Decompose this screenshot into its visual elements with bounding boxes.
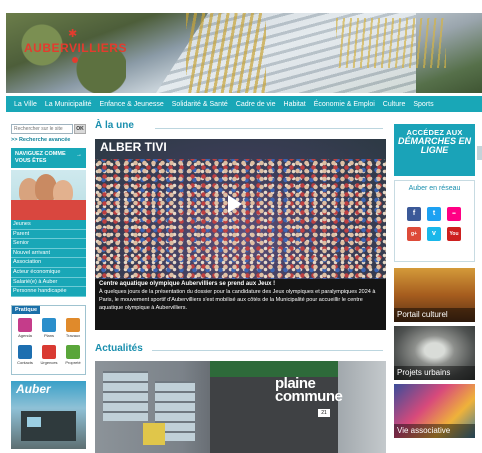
green-wall [210,361,338,377]
audience-item-nouvel-arrivant[interactable]: Nouvel arrivant [11,249,86,259]
street-number: 21 [318,409,330,417]
agenda-label: Agenda [18,332,32,338]
demarches-en-ligne-button[interactable]: ACCÉDEZ AUX DÉMARCHES EN LIGNE [394,124,475,176]
audience-item-personne-handicapee[interactable]: Personne handicapée [11,287,86,297]
magazine-cover[interactable]: Auber [11,380,86,449]
audience-item-jeunes[interactable]: Jeunes [11,220,86,230]
left-sidebar: OK >> Recherche avancée NAVIGUEZ COMME V… [11,124,86,449]
search-input[interactable] [11,124,73,134]
vie-associative-promo[interactable]: Vie associative [394,384,475,438]
urgences-label: Urgences [40,359,58,365]
youtube-icon[interactable]: You [447,227,461,241]
magazine-photo-window [27,416,41,427]
search-ok-button[interactable]: OK [74,124,86,134]
naviguez-label: NAVIGUEZ COMME VOUS ÊTES [15,151,66,164]
logo-dot-icon [72,57,78,63]
nav-habitat[interactable]: Habitat [284,101,306,108]
travaux-label: Travaux [65,332,81,338]
proprete-icon[interactable] [66,344,80,359]
plaine-commune-sign: plaine commune [275,375,343,405]
une-caption-title[interactable]: Centre aquatique olympique Aubervilliers… [99,281,382,287]
search-row: OK [11,124,86,134]
vimeo-icon[interactable]: v [427,227,441,241]
logo-star-icon: ✱ [68,28,78,40]
actualites-divider [152,350,383,351]
family-photo [11,170,86,220]
nav-cadre-de-vie[interactable]: Cadre de vie [236,101,276,108]
nav-culture[interactable]: Culture [383,101,406,108]
magazine-title: Auber [16,381,51,396]
une-divider [155,128,383,129]
une-caption-body: À quelques jours de la présentation du d… [99,289,376,311]
main-nav: La Ville La Municipalité Enfance & Jeune… [6,96,482,112]
nav-la-municipalite[interactable]: La Municipalité [45,101,92,108]
audience-list: Jeunes Parent Senior Nouvel arrivant Ass… [11,220,86,297]
scrollbar-handle[interactable] [477,146,482,160]
banner-railing-right [336,18,446,68]
vie-associative-label: Vie associative [394,424,475,438]
arrow-right-icon: → [76,152,82,158]
nav-sports[interactable]: Sports [413,101,433,108]
google-plus-icon[interactable]: g+ [407,227,421,241]
contacts-label: Contacts [17,359,33,365]
twitter-icon[interactable]: t [427,207,441,221]
projets-urbains-label: Projets urbains [394,366,475,380]
social-title: Auber en réseau [408,185,461,192]
proprete-label: Propreté [65,359,81,365]
audience-item-acteur-economique[interactable]: Acteur économique [11,268,86,278]
header-banner: ✱ AUBERVILLIERS [6,13,482,93]
actualites-section-title: Actualités [95,343,143,354]
agenda-icon[interactable] [18,317,32,332]
urgences-icon[interactable] [42,344,56,359]
portail-culturel-promo[interactable]: Portail culturel [394,268,475,322]
clothing-shape [11,200,86,220]
une-video[interactable]: ALBER TIVI [95,139,386,279]
naviguez-button[interactable]: NAVIGUEZ COMME VOUS ÊTES → [11,148,86,168]
social-box: Auber en réseau f t •• g+ v You [394,180,475,262]
actualites-image[interactable]: plaine commune 21 [95,361,386,453]
flickr-icon[interactable]: •• [447,207,461,221]
pratique-box: Pratique Agenda Plans Travaux Contacts U… [11,304,86,375]
demarches-line2: DÉMARCHES EN LIGNE [397,136,471,155]
audience-item-salarie[interactable]: Salarié(e) à Auber [11,278,86,288]
banner-railing [186,13,266,93]
advanced-search-link[interactable]: >> Recherche avancée [11,137,86,143]
pratique-title: Pratique [12,305,41,314]
nav-economie-emploi[interactable]: Économie & Emploi [314,101,375,108]
audience-item-parent[interactable]: Parent [11,230,86,240]
audience-item-association[interactable]: Association [11,258,86,268]
une-section-title: À la une [95,120,134,131]
portail-culturel-label: Portail culturel [394,308,475,322]
nav-solidarite-sante[interactable]: Solidarité & Santé [172,101,228,108]
nav-la-ville[interactable]: La Ville [14,101,37,108]
yellow-panel [143,423,165,445]
building-windows [103,371,148,421]
projets-urbains-promo[interactable]: Projets urbains [394,326,475,380]
crowd-image [95,159,386,279]
contacts-icon[interactable] [18,344,32,359]
une-caption: Centre aquatique olympique Aubervilliers… [95,279,386,330]
plans-icon[interactable] [42,317,56,332]
facebook-icon[interactable]: f [407,207,421,221]
site-logo[interactable]: AUBERVILLIERS [24,41,127,55]
travaux-icon[interactable] [66,317,80,332]
nav-enfance-jeunesse[interactable]: Enfance & Jeunesse [100,101,164,108]
plans-label: Plans [43,332,54,338]
video-brand: ALBER TIVI [100,140,167,154]
play-icon[interactable] [228,195,242,213]
audience-item-senior[interactable]: Senior [11,239,86,249]
